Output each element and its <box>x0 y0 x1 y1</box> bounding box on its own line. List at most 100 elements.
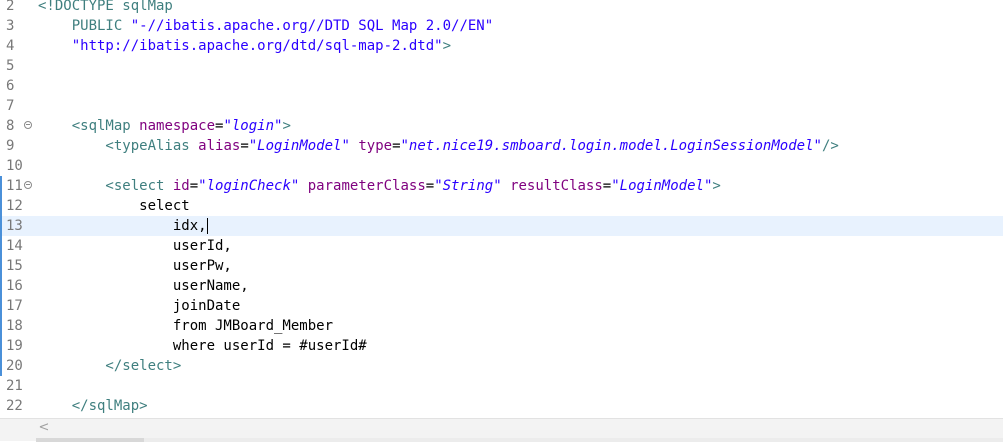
code-token: "LoginModel" <box>611 178 713 194</box>
line-number-gutter: 19 <box>0 336 38 356</box>
change-marker <box>0 336 2 356</box>
fold-collapse-icon[interactable] <box>24 181 32 189</box>
text-cursor <box>206 218 208 234</box>
code-token: = <box>602 178 612 194</box>
code-token: <typeAlias <box>38 138 199 154</box>
code-token: "net.nice19.smboard.login.model.LoginSes… <box>400 138 822 154</box>
code-line[interactable]: 3 PUBLIC "-//ibatis.apache.org//DTD SQL … <box>0 16 1003 36</box>
line-number-gutter: 8 <box>0 116 38 136</box>
code-line[interactable]: 21 <box>0 376 1003 396</box>
code-line[interactable]: 4 "http://ibatis.apache.org/dtd/sql-map-… <box>0 36 1003 56</box>
scrollbar-thumb[interactable] <box>36 438 144 442</box>
code-text: userPw, <box>38 256 232 276</box>
code-token: PUBLIC <box>38 18 131 34</box>
code-text: select <box>38 196 190 216</box>
line-number: 5 <box>6 58 15 74</box>
code-token: idx, <box>38 218 207 234</box>
code-token: from JMBoard_Member <box>38 318 334 334</box>
change-marker <box>0 316 2 336</box>
code-line[interactable]: 13 idx, <box>0 216 1003 236</box>
code-line[interactable]: 12 select <box>0 196 1003 216</box>
line-number-gutter: 9 <box>0 136 38 156</box>
line-number: 16 <box>6 278 23 294</box>
code-text: from JMBoard_Member <box>38 316 333 336</box>
code-line[interactable]: 15 userPw, <box>0 256 1003 276</box>
line-number: 15 <box>6 258 23 274</box>
code-line[interactable]: 16 userName, <box>0 276 1003 296</box>
code-token: "loginCheck" <box>198 178 300 194</box>
code-token: resultClass <box>510 178 603 194</box>
code-text: </sqlMap> <box>38 396 148 416</box>
line-number-gutter: 7 <box>0 96 38 116</box>
code-line[interactable]: 10 <box>0 156 1003 176</box>
line-number: 11 <box>6 178 23 194</box>
line-number: 12 <box>6 198 23 214</box>
code-editor[interactable]: 2 <!DOCTYPE sqlMap 3 PUBLIC "-//ibatis.apa… <box>0 0 1003 418</box>
code-line[interactable]: 7 <box>0 96 1003 116</box>
line-number-gutter: 18 <box>0 316 38 336</box>
code-line[interactable]: 20 </select> <box>0 356 1003 376</box>
code-token: alias <box>198 138 241 154</box>
code-text: idx, <box>38 216 208 236</box>
code-text: userId, <box>38 236 232 256</box>
line-number: 4 <box>6 38 15 54</box>
line-number-gutter: 17 <box>0 296 38 316</box>
scrollbar-track[interactable] <box>144 438 1003 442</box>
change-marker <box>0 296 2 316</box>
change-marker <box>0 176 2 196</box>
code-text: <typeAlias alias="LoginModel" type="net.… <box>38 136 839 156</box>
line-number: 3 <box>6 18 15 34</box>
code-token: select <box>38 198 190 214</box>
code-token: userName, <box>38 278 249 294</box>
code-line[interactable]: 5 <box>0 56 1003 76</box>
code-token: "LoginModel" <box>248 138 350 154</box>
code-token: "http://ibatis.apache.org/dtd/sql-map-2.… <box>71 38 443 54</box>
code-token: userId, <box>38 238 232 254</box>
code-token: "login" <box>223 118 283 134</box>
code-token: /> <box>821 138 839 154</box>
code-text: PUBLIC "-//ibatis.apache.org//DTD SQL Ma… <box>38 16 493 36</box>
change-marker <box>0 276 2 296</box>
line-number-gutter: 5 <box>0 56 38 76</box>
code-token: userPw, <box>38 258 232 274</box>
line-number: 7 <box>6 98 15 114</box>
code-line[interactable]: 9 <typeAlias alias="LoginModel" type="ne… <box>0 136 1003 156</box>
scroll-left-arrow-icon[interactable]: < <box>36 419 52 437</box>
line-number-gutter: 20 <box>0 356 38 376</box>
line-number: 19 <box>6 338 23 354</box>
code-text: <sqlMap namespace="login"> <box>38 116 291 136</box>
code-line[interactable]: 8 <sqlMap namespace="login"> <box>0 116 1003 136</box>
fold-collapse-icon[interactable] <box>24 121 32 129</box>
code-text: userName, <box>38 276 249 296</box>
code-token: <select <box>38 178 173 194</box>
code-token: <!DOCTYPE sqlMap <box>38 0 173 14</box>
horizontal-scrollbar[interactable]: < <box>0 418 1003 442</box>
code-token: = <box>392 138 401 154</box>
line-number-gutter: 12 <box>0 196 38 216</box>
code-line[interactable]: 22 </sqlMap> <box>0 396 1003 416</box>
code-line[interactable]: 19 where userId = #userId# <box>0 336 1003 356</box>
line-number-gutter: 14 <box>0 236 38 256</box>
line-number: 6 <box>6 78 15 94</box>
line-number-gutter: 16 <box>0 276 38 296</box>
code-line[interactable]: 6 <box>0 76 1003 96</box>
line-number-gutter: 11 <box>0 176 38 196</box>
line-number: 21 <box>6 378 23 394</box>
line-number: 8 <box>6 118 15 134</box>
code-line[interactable]: 11 <select id="loginCheck" parameterClas… <box>0 176 1003 196</box>
code-token: parameterClass <box>307 178 426 194</box>
code-line[interactable]: 2 <!DOCTYPE sqlMap <box>0 0 1003 16</box>
code-text: joinDate <box>38 296 240 316</box>
code-line[interactable]: 14 userId, <box>0 236 1003 256</box>
change-marker <box>0 236 2 256</box>
code-token: = <box>240 138 249 154</box>
code-token: joinDate <box>38 298 241 314</box>
code-token: > <box>712 178 721 194</box>
line-number-gutter: 21 <box>0 376 38 396</box>
code-line[interactable]: 18 from JMBoard_Member <box>0 316 1003 336</box>
line-number: 22 <box>6 398 23 414</box>
code-token: = <box>425 178 435 194</box>
code-line[interactable]: 17 joinDate <box>0 296 1003 316</box>
